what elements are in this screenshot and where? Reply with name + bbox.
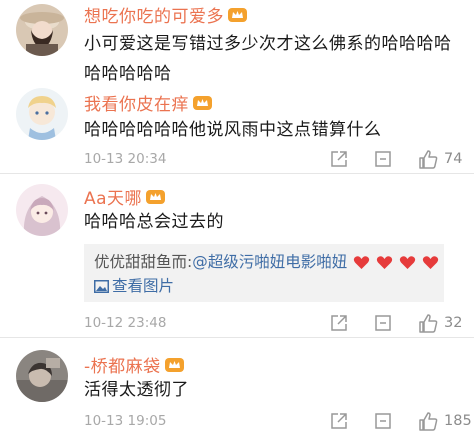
red-heart-icon: [353, 255, 370, 270]
red-heart-icon: [422, 255, 439, 270]
username[interactable]: Aa天哪: [84, 184, 166, 209]
view-picture-link[interactable]: 查看图片: [94, 274, 434, 298]
comment-item: 想吃你吃的可爱多 小可爱这是写错过多少次才这么佛系的哈哈哈哈 哈哈哈哈哈: [0, 0, 474, 84]
share-icon: [331, 413, 347, 429]
avatar[interactable]: [16, 88, 68, 140]
thumbs-up-icon: [419, 313, 438, 333]
vip-crown-badge-icon: [164, 357, 184, 373]
like-count: 32: [444, 315, 463, 331]
comment-icon: [375, 315, 391, 331]
comment-line: 哈哈哈总会过去的: [84, 212, 224, 232]
username-text[interactable]: 我看你皮在痒: [84, 90, 189, 115]
username[interactable]: 我看你皮在痒: [84, 90, 212, 115]
comment-meta: 10-13 19:05 185: [84, 409, 474, 433]
red-heart-icon: [376, 255, 393, 270]
share-button[interactable]: [330, 409, 348, 433]
comment-text: 活得太透彻了: [84, 375, 462, 405]
username[interactable]: -桥都麻袋: [84, 352, 184, 377]
share-button[interactable]: [330, 311, 348, 335]
red-heart-icon: [399, 255, 416, 270]
quote-mention[interactable]: @超级污啪妞电影啪妞: [192, 250, 347, 274]
like-button[interactable]: 185: [418, 409, 472, 433]
comment-icon: [375, 151, 391, 167]
vip-crown-badge-icon: [228, 7, 247, 23]
view-picture-label: 查看图片: [112, 277, 175, 295]
quote-author[interactable]: 优优甜甜鱼而:: [94, 250, 192, 274]
share-icon: [331, 315, 347, 331]
comment-text: 哈哈哈哈哈哈他说风雨中这点错算什么: [84, 115, 462, 145]
comment-text: 小可爱这是写错过多少次才这么佛系的哈哈哈哈 哈哈哈哈哈: [84, 29, 462, 89]
avatar[interactable]: [16, 184, 68, 236]
comment-icon: [375, 413, 391, 429]
thumbs-up-icon: [419, 411, 438, 431]
comment-meta: 10-12 23:48 32: [84, 311, 474, 335]
avatar[interactable]: [16, 4, 68, 56]
share-icon: [331, 151, 347, 167]
comment-item: 我看你皮在痒 哈哈哈哈哈哈他说风雨中这点错算什么 10-13 20:34 74: [0, 84, 474, 174]
quoted-reply[interactable]: 优优甜甜鱼而: @超级污啪妞电影啪妞 查看图片: [84, 244, 444, 302]
picture-icon: [94, 279, 109, 293]
vip-crown-badge-icon: [146, 189, 166, 205]
username[interactable]: 想吃你吃的可爱多: [84, 2, 247, 27]
comment-meta: 10-13 20:34 74: [84, 147, 474, 171]
username-text[interactable]: Aa天哪: [84, 184, 142, 209]
like-button[interactable]: 74: [418, 147, 462, 171]
like-count: 185: [444, 413, 472, 429]
comment-line: 小可爱这是写错过多少次才这么佛系的哈哈哈哈: [84, 34, 452, 54]
comment-item: Aa天哪 哈哈哈总会过去的 优优甜甜鱼而: @超级污啪妞电影啪妞 查看图片 10…: [0, 174, 474, 338]
avatar[interactable]: [16, 350, 68, 402]
like-button[interactable]: 32: [418, 311, 462, 335]
comment-line: 哈哈哈哈哈哈他说风雨中这点错算什么: [84, 120, 382, 140]
timestamp: 10-13 19:05: [84, 413, 167, 429]
timestamp: 10-13 20:34: [84, 151, 167, 167]
quote-line: 优优甜甜鱼而: @超级污啪妞电影啪妞: [94, 250, 439, 274]
timestamp: 10-12 23:48: [84, 315, 167, 331]
comment-line: 活得太透彻了: [84, 380, 189, 400]
share-button[interactable]: [330, 147, 348, 171]
username-text[interactable]: -桥都麻袋: [84, 352, 161, 377]
vip-crown-badge-icon: [193, 95, 212, 111]
username-text[interactable]: 想吃你吃的可爱多: [84, 2, 224, 27]
like-count: 74: [444, 151, 463, 167]
comment-button[interactable]: [374, 311, 392, 335]
comment-button[interactable]: [374, 409, 392, 433]
thumbs-up-icon: [419, 149, 438, 169]
comment-button[interactable]: [374, 147, 392, 171]
comment-item: -桥都麻袋 活得太透彻了 10-13 19:05 185: [0, 338, 474, 432]
comment-text: 哈哈哈总会过去的: [84, 207, 462, 237]
